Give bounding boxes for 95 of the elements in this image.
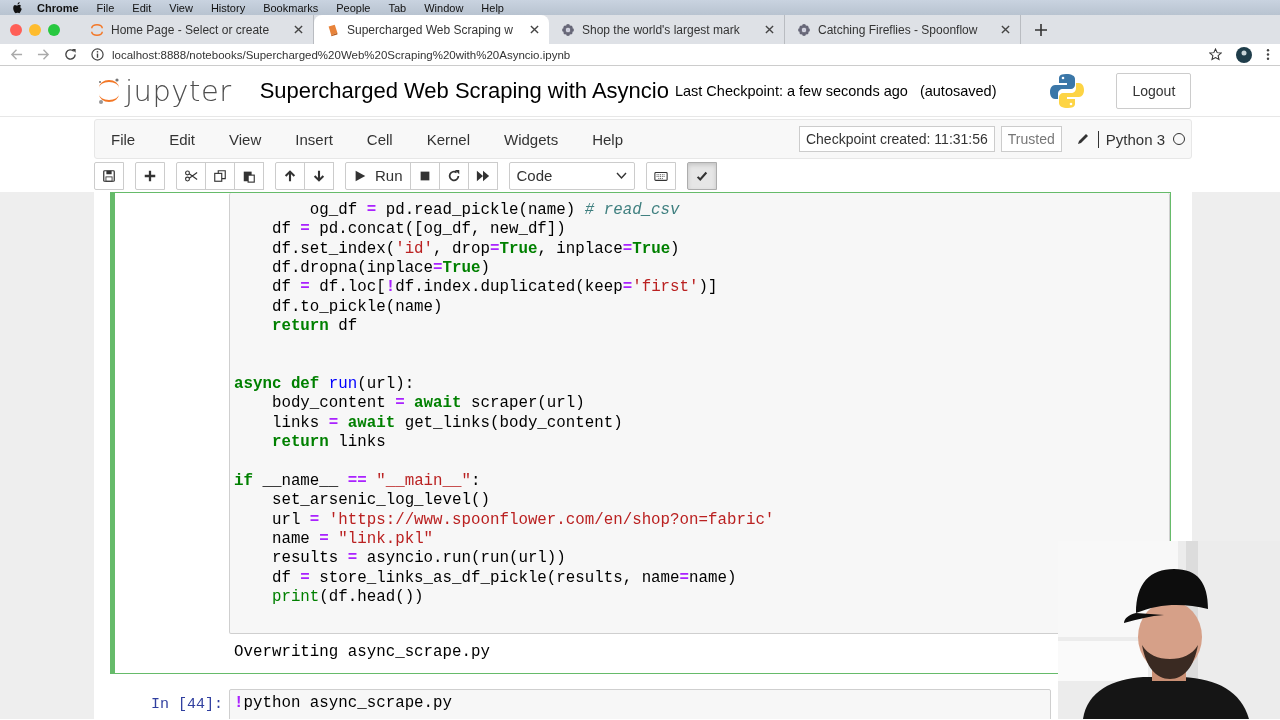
code-line: return df (270, 317, 359, 337)
more-options-icon[interactable] (1266, 48, 1270, 61)
checkpoint-notice: Checkpoint created: 11:31:56 (798, 126, 995, 152)
input-prompt: In [44]: (150, 695, 224, 716)
menu-item[interactable]: Tab (379, 1, 416, 14)
menu-item[interactable]: Edit (123, 1, 161, 14)
new-tab-icon[interactable] (1035, 24, 1047, 36)
cell-output: Overwriting async_scrape.py (233, 642, 491, 664)
book-icon (326, 22, 340, 37)
code-line: df.to_pickle(name) (270, 297, 444, 318)
stop-button[interactable] (409, 161, 440, 190)
restart-button[interactable] (438, 161, 469, 190)
apple-logo-icon[interactable] (12, 1, 23, 14)
jupyter-logo-text[interactable]: jupyter (125, 74, 232, 108)
browser-tab[interactable]: Supercharged Web Scraping w (314, 15, 549, 44)
fast-forward-icon (475, 168, 490, 183)
move-down-button[interactable] (304, 161, 334, 190)
notebook-cell[interactable] (110, 192, 1171, 675)
code-line: !python async_scrape.py (234, 694, 454, 714)
copy-button[interactable] (205, 161, 235, 190)
menu-item[interactable]: Widgets (493, 130, 582, 148)
close-icon[interactable] (530, 25, 539, 34)
menu-item[interactable]: View (218, 130, 285, 148)
move-up-button[interactable] (275, 161, 305, 190)
flower-icon (561, 22, 575, 37)
code-line: og_df = pd.read_pickle(name) # read_csv (308, 201, 681, 221)
code-line: print(df.head()) (270, 587, 425, 608)
menu-item[interactable]: Bookmarks (254, 1, 328, 14)
paste-button[interactable] (234, 161, 264, 190)
menu-item[interactable]: People (327, 1, 380, 14)
play-icon (353, 168, 367, 183)
notebook-title[interactable]: Supercharged Web Scraping with Asyncio (259, 78, 669, 104)
info-icon[interactable] (91, 48, 104, 61)
close-icon[interactable] (765, 25, 774, 34)
insert-cell-button[interactable] (135, 161, 165, 190)
menu-item[interactable]: Kernel (415, 130, 493, 148)
jupyter-logo-icon (90, 22, 104, 37)
avatar-icon[interactable] (1236, 46, 1252, 63)
code-line: links = await get_links(body_content) (270, 413, 624, 434)
menu-item[interactable]: View (160, 1, 202, 14)
address-field[interactable]: localhost:8888/notebooks/Supercharged%20Web%20Scraping%20with%20Asyncio.ipynb (112, 48, 571, 61)
code-line: url = 'https://www.spoonflower.com/en/shop?on=fabric' (270, 510, 776, 530)
notebook-cell[interactable]: In [44]: !python async_scrape.py (110, 688, 1052, 719)
code-line: name = "link.pkl" (270, 529, 435, 550)
menu-item[interactable]: Window (415, 1, 473, 14)
keyboard-button[interactable] (645, 161, 676, 190)
code-line: df = store_links_as_df_pickle(results, name=name) (270, 568, 738, 588)
code-line: df = pd.concat([og_df, new_df]) (270, 220, 567, 240)
pencil-icon[interactable] (1075, 132, 1090, 146)
menu-item[interactable]: Edit (158, 130, 219, 148)
spellcheck-button[interactable] (686, 161, 717, 190)
run-all-button[interactable] (467, 161, 498, 190)
down-arrow-icon (312, 168, 326, 183)
python-logo-icon (1050, 73, 1085, 109)
menu-item[interactable]: History (201, 1, 255, 14)
menu-item[interactable]: Help (472, 1, 513, 14)
up-arrow-icon (283, 168, 297, 183)
code-line: set_arsenic_log_level() (270, 491, 491, 511)
trusted-button[interactable]: Trusted (1000, 126, 1062, 152)
jupyter-logo-icon[interactable] (97, 76, 121, 106)
menu-item[interactable]: File (87, 1, 124, 14)
flower-icon (797, 22, 811, 37)
copy-icon (213, 168, 227, 183)
app-menu[interactable]: Chrome (23, 1, 88, 14)
menu-item[interactable]: File (100, 130, 159, 148)
save-icon (102, 168, 116, 183)
star-icon[interactable] (1209, 48, 1222, 61)
run-button[interactable]: Run (345, 161, 411, 190)
code-line: df.set_index('id', drop=True, inplace=True) (270, 239, 681, 260)
plus-icon (143, 168, 157, 183)
restart-icon (446, 168, 461, 183)
autosave-status: (autosaved) (919, 83, 997, 99)
logout-button[interactable]: Logout (1116, 73, 1192, 109)
code-line: return links (270, 433, 387, 453)
checkpoint-status: Last Checkpoint: a few seconds ago (674, 83, 908, 99)
save-button[interactable] (94, 161, 124, 190)
cut-button[interactable] (176, 161, 206, 190)
kernel-name[interactable]: Python 3 (1097, 130, 1165, 148)
code-editor[interactable] (229, 193, 1170, 635)
reload-icon[interactable] (64, 48, 77, 61)
code-line: async def run(url): (234, 375, 416, 395)
menu-item[interactable]: Cell (355, 130, 416, 148)
close-icon[interactable] (1001, 25, 1010, 34)
code-line: df.dropna(inplace=True) (270, 259, 491, 279)
menu-item[interactable]: Help (581, 130, 647, 148)
code-line: results = asyncio.run(run(url)) (270, 549, 567, 569)
menu-item[interactable]: Insert (284, 130, 356, 148)
cell-type-dropdown[interactable]: Code (508, 161, 635, 190)
code-line: if __name__ == "__main__": (234, 471, 482, 492)
chevron-down-icon (615, 171, 627, 180)
code-line: body_content = await scraper(url) (270, 394, 586, 414)
code-line: df = df.loc[!df.index.duplicated(keep='first')] (270, 278, 719, 298)
code-editor[interactable]: !python async_scrape.py (229, 689, 1051, 719)
close-icon[interactable] (294, 25, 303, 34)
cut-icon (184, 168, 198, 183)
